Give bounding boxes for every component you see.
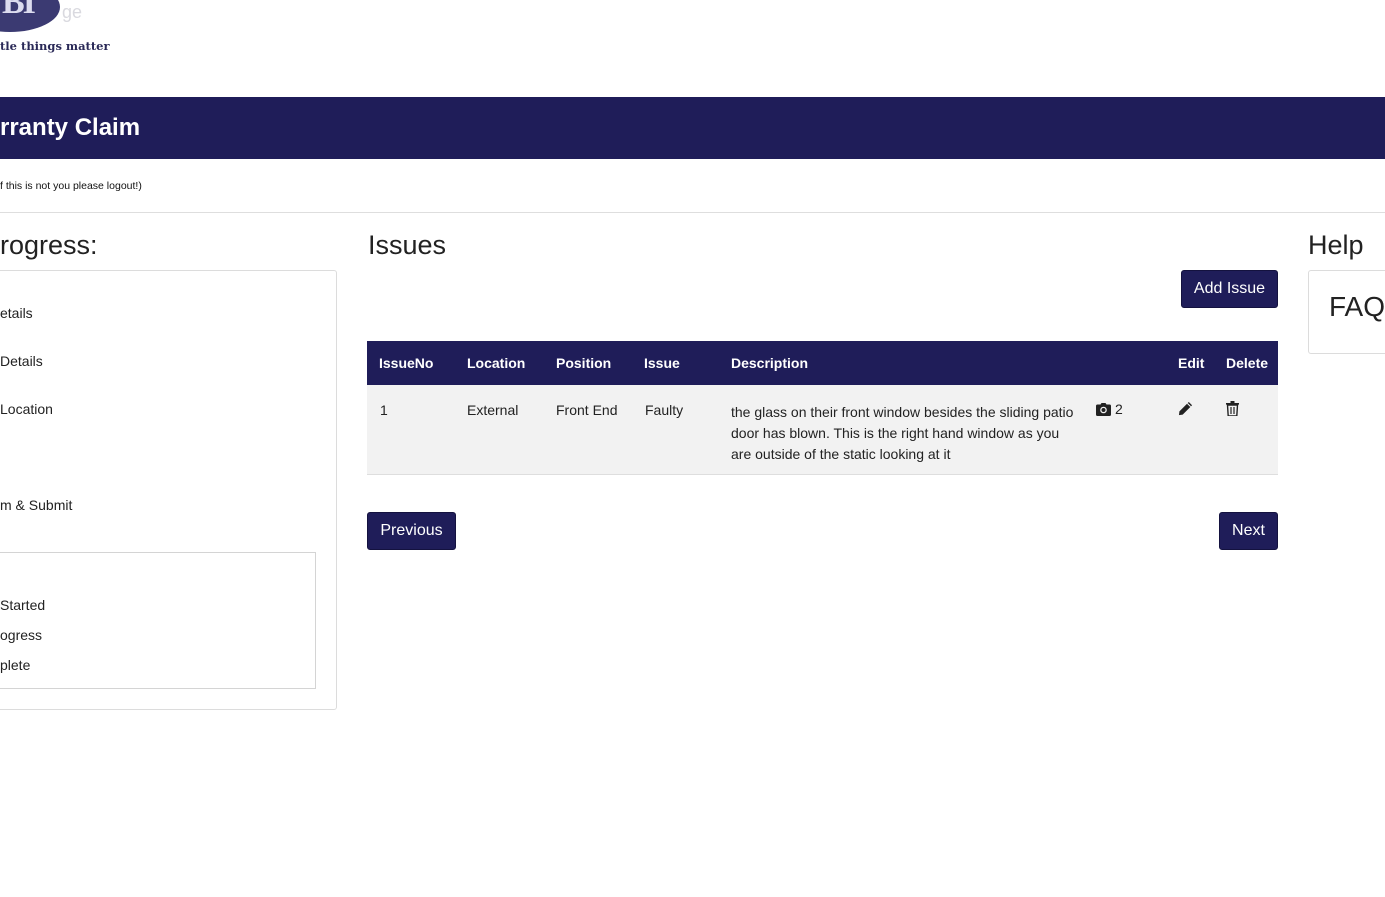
legend-in-progress: ogress [0, 627, 43, 643]
legend-not-started: Started [0, 597, 46, 613]
progress-heading: rogress: [0, 230, 98, 260]
pencil-icon [1178, 401, 1193, 416]
issues-heading: Issues [368, 230, 447, 260]
logo-tagline: tle things matter [0, 39, 110, 53]
column-header-issue: Issue [644, 355, 680, 371]
progress-legend [0, 552, 316, 689]
company-logo[interactable]: BI ge tle things matter [0, 0, 120, 60]
cell-issue: Faulty [645, 402, 684, 418]
table-row: 1 External Front End Faulty the glass on… [367, 385, 1278, 475]
page-banner: rranty Claim [0, 97, 1385, 159]
photo-count: 2 [1115, 401, 1123, 417]
cell-description: the glass on their front window besides … [731, 404, 1074, 462]
cell-issue-no: 1 [380, 402, 388, 418]
previous-button[interactable]: Previous [367, 512, 456, 550]
column-header-location: Location [467, 355, 526, 371]
logout-notice: f this is not you please logout!) [0, 180, 142, 192]
photos-link[interactable]: 2 [1096, 401, 1123, 417]
column-header-edit: Edit [1178, 355, 1205, 371]
header-divider [0, 212, 1385, 213]
column-header-position: Position [556, 355, 612, 371]
table-header: IssueNo Location Position Issue Descript… [367, 341, 1278, 385]
progress-step-location[interactable]: Location [0, 401, 53, 417]
faq-link[interactable]: FAQ [1329, 291, 1385, 323]
logo-ghost-text: ge [62, 2, 83, 22]
issues-table: IssueNo Location Position Issue Descript… [367, 341, 1278, 475]
column-header-issue-no: IssueNo [379, 355, 434, 371]
trash-icon [1226, 401, 1239, 417]
delete-issue-button[interactable] [1226, 401, 1239, 419]
edit-issue-button[interactable] [1178, 401, 1193, 419]
add-issue-button[interactable]: Add Issue [1181, 270, 1278, 308]
progress-step-details[interactable]: etails [0, 305, 33, 321]
cell-position: Front End [556, 402, 618, 418]
help-heading: Help [1308, 230, 1364, 260]
next-button[interactable]: Next [1219, 512, 1278, 550]
legend-complete: plete [0, 657, 31, 673]
page-title: rranty Claim [0, 114, 141, 141]
cell-location: External [467, 402, 519, 418]
column-header-description: Description [731, 355, 809, 371]
column-header-delete: Delete [1226, 355, 1269, 371]
logo-mark-text: BI [2, 0, 36, 21]
help-panel: FAQ [1308, 270, 1385, 354]
camera-icon [1096, 402, 1111, 416]
progress-step-confirm-submit[interactable]: m & Submit [0, 497, 72, 513]
progress-step-secondary-details[interactable]: Details [0, 353, 43, 369]
